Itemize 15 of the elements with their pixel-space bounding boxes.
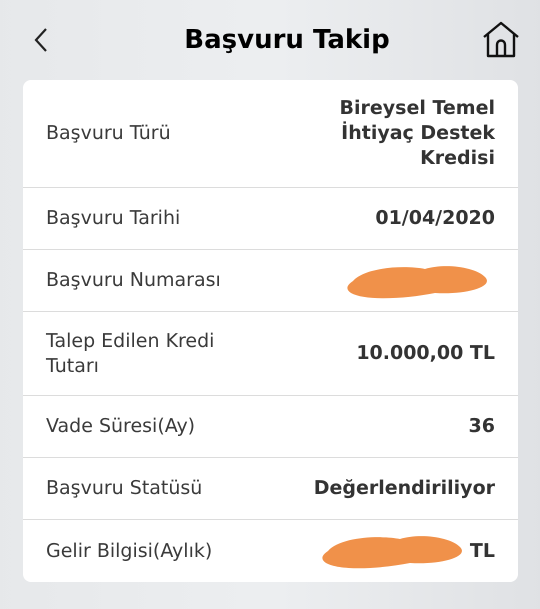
field-label: Başvuru Statüsü: [46, 476, 202, 501]
field-value: 10.000,00 TL: [356, 341, 495, 366]
field-label: Vade Süresi(Ay): [46, 414, 196, 439]
field-label: Talep Edilen Kredi Tutarı: [46, 328, 216, 378]
field-label: Başvuru Numarası: [46, 268, 221, 293]
field-value: 36: [468, 414, 495, 439]
field-value: Değerlendiriliyor: [314, 476, 495, 501]
field-value: TL: [470, 538, 495, 564]
field-label: Başvuru Türü: [46, 121, 171, 146]
field-label: Başvuru Tarihi: [46, 206, 180, 231]
field-value: 01/04/2020: [375, 206, 495, 231]
field-value: Bireysel Temel İhtiyaç Destek Kredisi: [338, 96, 495, 171]
field-label: Gelir Bilgisi(Aylık): [46, 538, 212, 564]
home-icon[interactable]: [482, 21, 520, 59]
page-title: Başvuru Takip: [184, 24, 390, 56]
